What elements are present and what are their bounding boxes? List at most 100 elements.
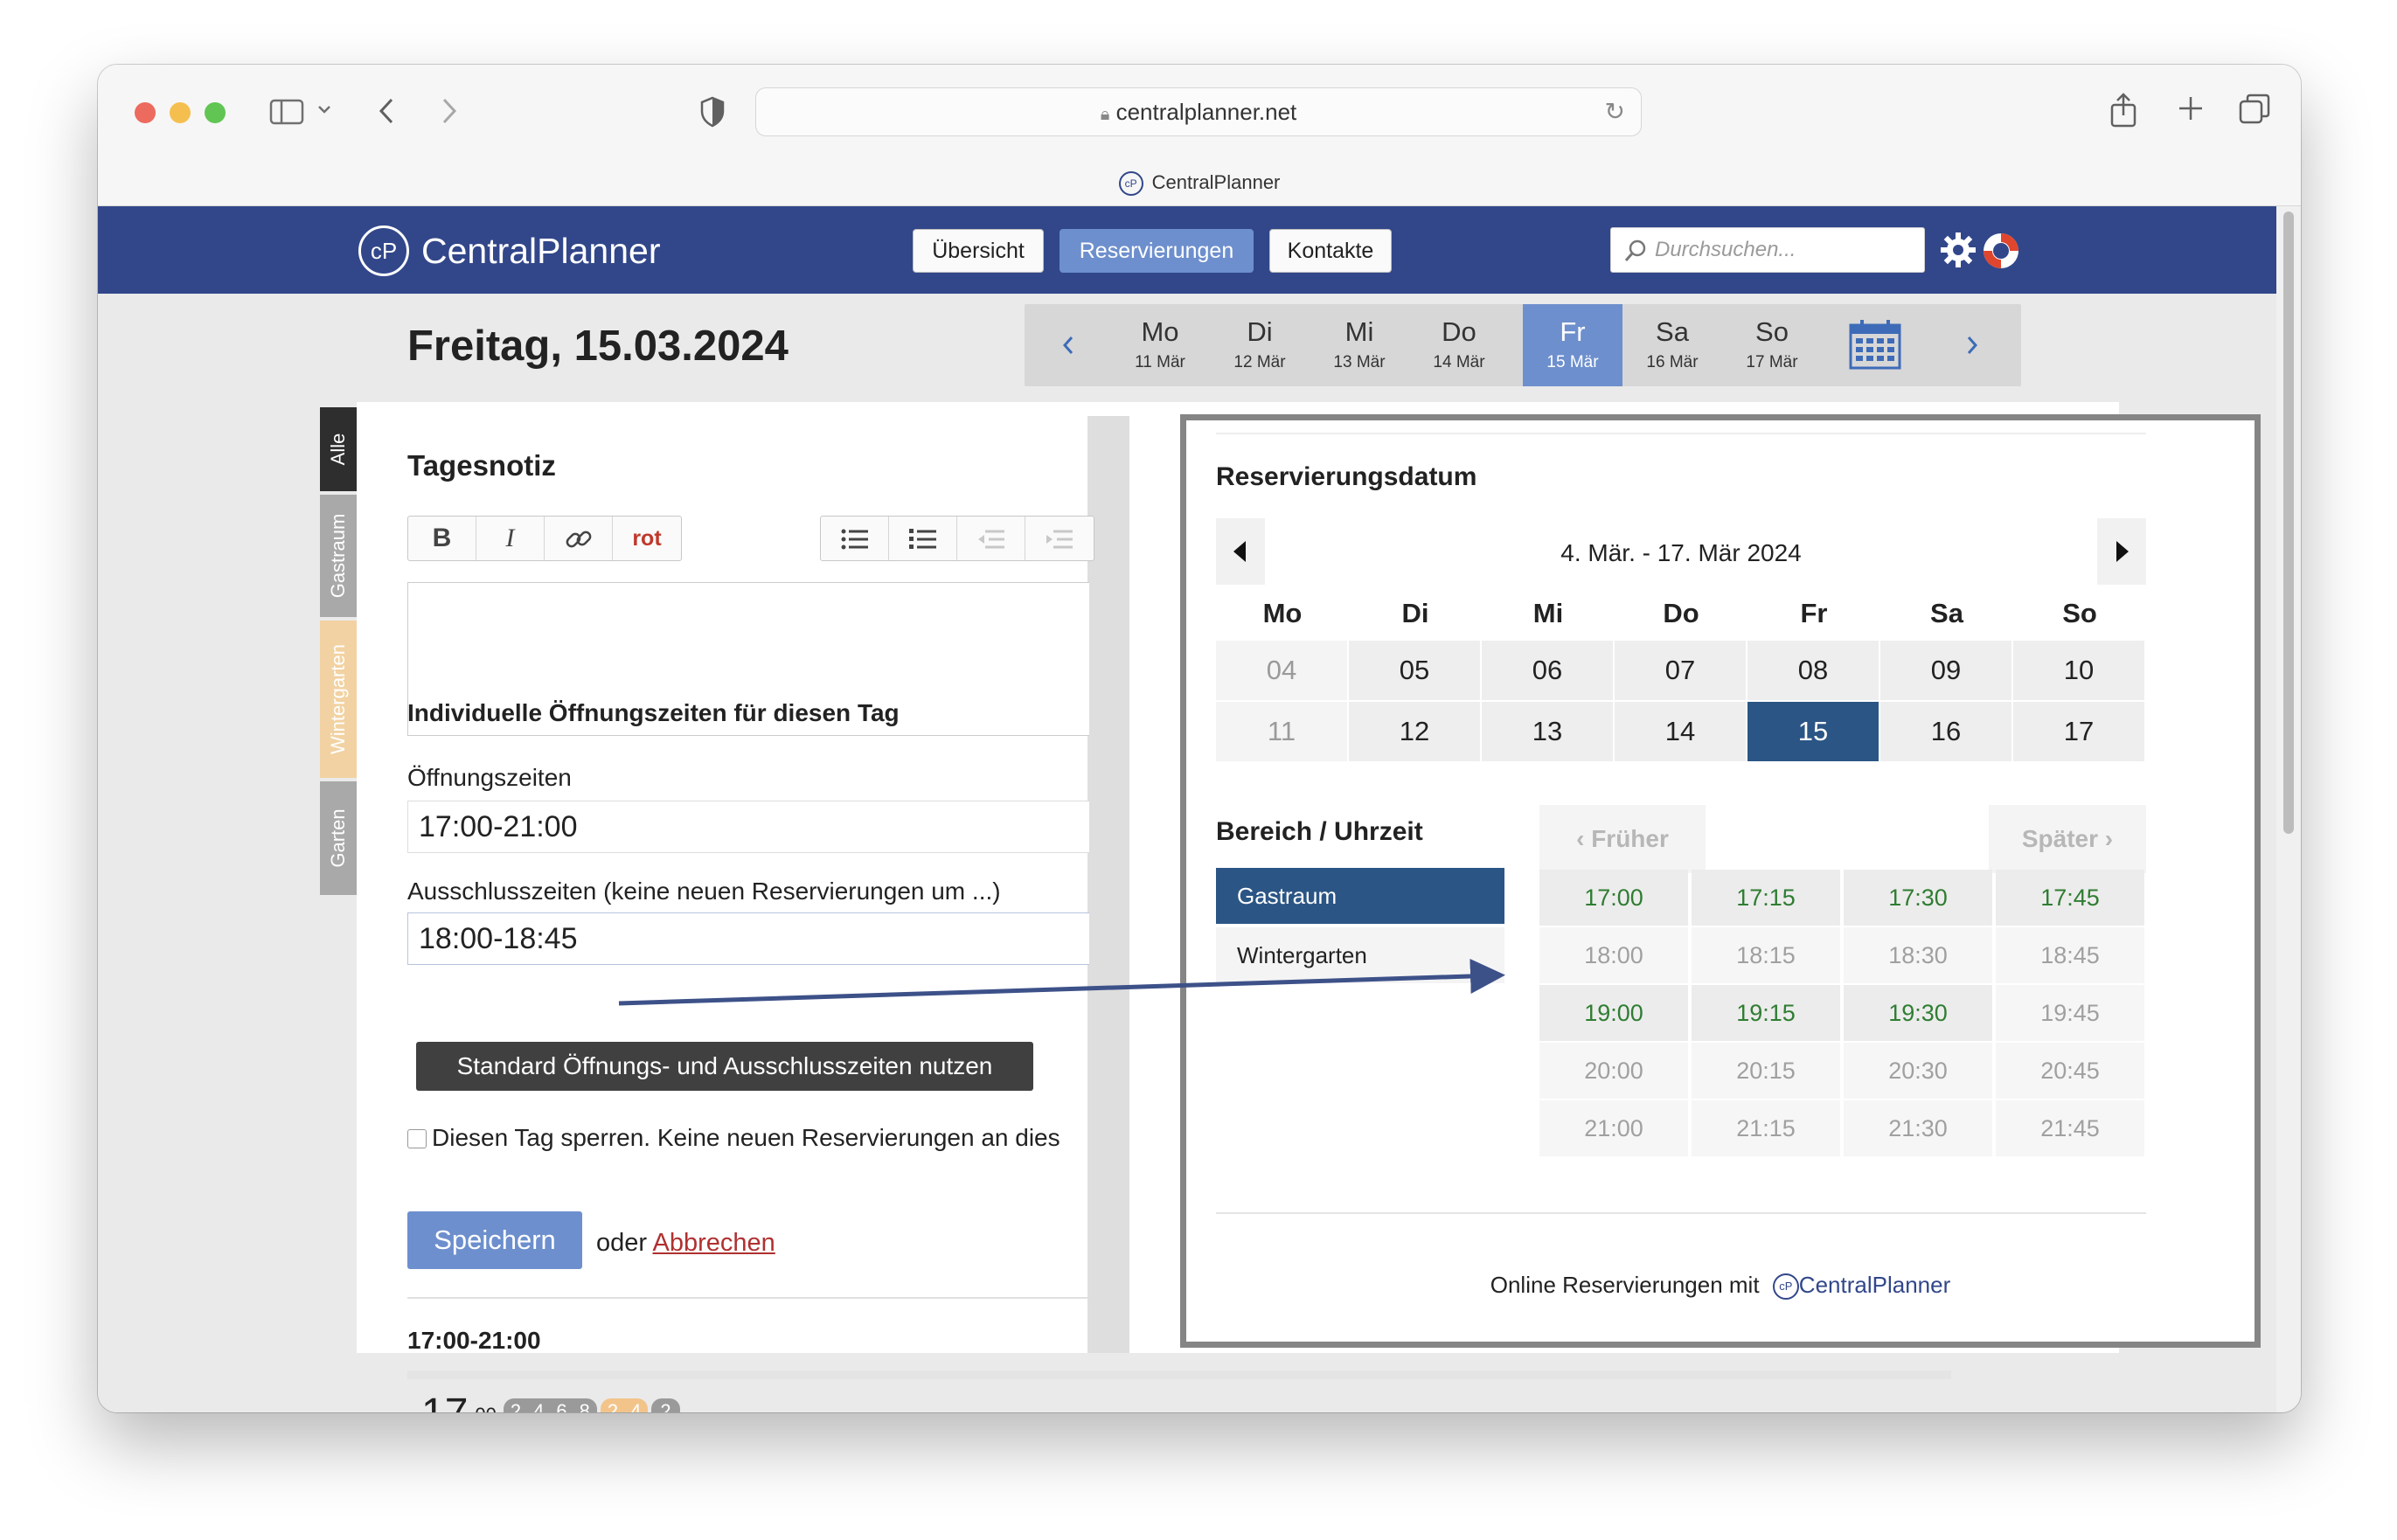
chevron-down-icon[interactable] bbox=[316, 103, 332, 120]
nav-uebersicht[interactable]: Übersicht bbox=[913, 229, 1044, 273]
nav-reservierungen[interactable]: Reservierungen bbox=[1060, 229, 1254, 273]
calendar-day[interactable]: 14 bbox=[1615, 702, 1746, 761]
italic-button[interactable]: I bbox=[476, 517, 545, 560]
favicon-icon: cP bbox=[1118, 171, 1143, 197]
timeline-partial-row: 17 00 2468 24 2 bbox=[421, 1393, 680, 1412]
help-lifebuoy-icon[interactable] bbox=[1981, 231, 2021, 275]
outdent-button[interactable] bbox=[957, 517, 1025, 560]
day-mo[interactable]: Mo 11 Mär bbox=[1110, 304, 1210, 386]
link-icon bbox=[566, 531, 591, 548]
lock-icon: 🔒︎ bbox=[1100, 105, 1110, 124]
search-icon bbox=[1624, 239, 1646, 261]
footer-brand[interactable]: CentralPlanner bbox=[1799, 1272, 1950, 1298]
day-fr[interactable]: Fr 15 Mär bbox=[1523, 304, 1622, 386]
calendar-day[interactable]: 07 bbox=[1615, 641, 1746, 700]
time-slot[interactable]: 19:30 bbox=[1844, 985, 1992, 1041]
use-default-hours-button[interactable]: Standard Öffnungs- und Ausschlusszeiten … bbox=[416, 1042, 1033, 1091]
cancel-link[interactable]: Abbrechen bbox=[653, 1229, 775, 1257]
tab-garten[interactable]: Garten bbox=[320, 781, 357, 895]
minimize-window-button[interactable] bbox=[170, 102, 191, 123]
reload-icon[interactable]: ↻ bbox=[1605, 88, 1625, 135]
calendar-day[interactable]: 12 bbox=[1349, 702, 1480, 761]
earlier-button[interactable]: ‹ Früher bbox=[1539, 805, 1706, 873]
save-button[interactable]: Speichern bbox=[407, 1211, 582, 1269]
footer-text: Online Reservierungen mit bbox=[1490, 1272, 1760, 1298]
calendar-day: 04 bbox=[1216, 641, 1347, 700]
bold-button[interactable]: B bbox=[408, 517, 476, 560]
calendar-day[interactable]: 13 bbox=[1482, 702, 1613, 761]
area-wintergarten[interactable]: Wintergarten bbox=[1216, 927, 1504, 983]
triangle-right-icon bbox=[2116, 541, 2129, 562]
app-header: cP CentralPlanner Übersicht Reservierung… bbox=[98, 206, 2276, 294]
day-so[interactable]: So 17 Mär bbox=[1722, 304, 1822, 386]
page-scrollbar[interactable] bbox=[2276, 206, 2301, 1412]
calendar-day[interactable]: 05 bbox=[1349, 641, 1480, 700]
app-logo[interactable]: cP CentralPlanner bbox=[358, 225, 661, 276]
forward-icon[interactable] bbox=[439, 96, 460, 130]
time-slot[interactable]: 19:00 bbox=[1539, 985, 1688, 1041]
browser-toolbar: 🔒︎ centralplanner.net ↻ cP CentralPlanner bbox=[98, 65, 2301, 206]
lock-day-label: Diesen Tag sperren. Keine neuen Reservie… bbox=[432, 1124, 1060, 1151]
later-button[interactable]: Später › bbox=[1989, 805, 2146, 873]
bullet-list-button[interactable] bbox=[821, 517, 889, 560]
calendar-day[interactable]: 08 bbox=[1747, 641, 1879, 700]
calendar-nav: 4. Mär. - 17. Mär 2024 bbox=[1216, 518, 2146, 585]
calendar-next-button[interactable] bbox=[2097, 518, 2146, 585]
later-label: Später bbox=[2021, 825, 2099, 852]
close-window-button[interactable] bbox=[135, 102, 156, 123]
time-slot[interactable]: 19:15 bbox=[1692, 985, 1840, 1041]
time-slot[interactable]: 17:15 bbox=[1692, 870, 1840, 926]
exclusion-hours-input[interactable]: 18:00-18:45 bbox=[407, 912, 1089, 965]
settings-gear-icon[interactable] bbox=[1939, 231, 1977, 274]
hours-summary: 17:00-21:00 bbox=[407, 1327, 541, 1354]
calendar-day: 11 bbox=[1216, 702, 1347, 761]
badge-value: 4 bbox=[533, 1400, 545, 1412]
calendar-day-selected[interactable]: 15 bbox=[1747, 702, 1879, 761]
next-week-icon[interactable] bbox=[1963, 330, 1981, 364]
or-cancel: oder Abbrechen bbox=[596, 1229, 775, 1258]
new-tab-icon[interactable] bbox=[2177, 94, 2205, 127]
tab-title-text: CentralPlanner bbox=[1151, 171, 1281, 193]
day-di[interactable]: Di 12 Mär bbox=[1210, 304, 1310, 386]
tab-gastraum[interactable]: Gastraum bbox=[320, 495, 357, 617]
badge-value: 2 bbox=[607, 1400, 619, 1412]
maximize-window-button[interactable] bbox=[205, 102, 226, 123]
address-bar[interactable]: 🔒︎ centralplanner.net ↻ bbox=[755, 87, 1642, 136]
tab-overview-icon[interactable] bbox=[2238, 93, 2271, 130]
time-slot[interactable]: 17:00 bbox=[1539, 870, 1688, 926]
sidebar-toggle-icon[interactable] bbox=[269, 98, 304, 130]
indent-button[interactable] bbox=[1025, 517, 1094, 560]
time-slot: 18:15 bbox=[1692, 927, 1840, 983]
area-gastraum[interactable]: Gastraum bbox=[1216, 868, 1504, 924]
lock-day-checkbox[interactable] bbox=[407, 1129, 427, 1148]
reservation-date-title: Reservierungsdatum bbox=[1216, 462, 1477, 491]
calendar-day[interactable]: 17 bbox=[2013, 702, 2144, 761]
search-input[interactable]: Durchsuchen... bbox=[1610, 227, 1925, 273]
opening-hours-input[interactable]: 17:00-21:00 bbox=[407, 801, 1089, 853]
tab-alle[interactable]: Alle bbox=[320, 407, 357, 491]
day-sa[interactable]: Sa 16 Mär bbox=[1622, 304, 1722, 386]
link-button[interactable] bbox=[545, 517, 613, 560]
hours-title: Individuelle Öffnungszeiten für diesen T… bbox=[407, 699, 900, 726]
numbered-list-button[interactable] bbox=[889, 517, 957, 560]
nav-kontakte[interactable]: Kontakte bbox=[1269, 229, 1392, 273]
time-slot[interactable]: 17:30 bbox=[1844, 870, 1992, 926]
color-red-button[interactable]: rot bbox=[613, 517, 681, 560]
tab-wintergarten[interactable]: Wintergarten bbox=[320, 621, 357, 778]
day-do[interactable]: Do 14 Mär bbox=[1409, 304, 1509, 386]
weekday-header: Mi bbox=[1532, 598, 1564, 628]
time-slot[interactable]: 17:45 bbox=[1996, 870, 2144, 926]
back-icon[interactable] bbox=[376, 96, 397, 130]
calendar-day[interactable]: 16 bbox=[1880, 702, 2011, 761]
scrollbar-thumb[interactable] bbox=[2283, 212, 2294, 834]
day-mi[interactable]: Mi 13 Mär bbox=[1310, 304, 1409, 386]
calendar-day[interactable]: 10 bbox=[2013, 641, 2144, 700]
prev-week-icon[interactable] bbox=[1060, 330, 1077, 364]
share-icon[interactable] bbox=[2109, 91, 2138, 134]
calendar-day[interactable]: 06 bbox=[1482, 641, 1613, 700]
privacy-shield-icon[interactable] bbox=[699, 96, 726, 132]
list-toolbar bbox=[820, 516, 1094, 561]
tab-title[interactable]: cP CentralPlanner bbox=[98, 170, 2301, 197]
calendar-icon[interactable] bbox=[1848, 318, 1902, 375]
calendar-day[interactable]: 09 bbox=[1880, 641, 2011, 700]
